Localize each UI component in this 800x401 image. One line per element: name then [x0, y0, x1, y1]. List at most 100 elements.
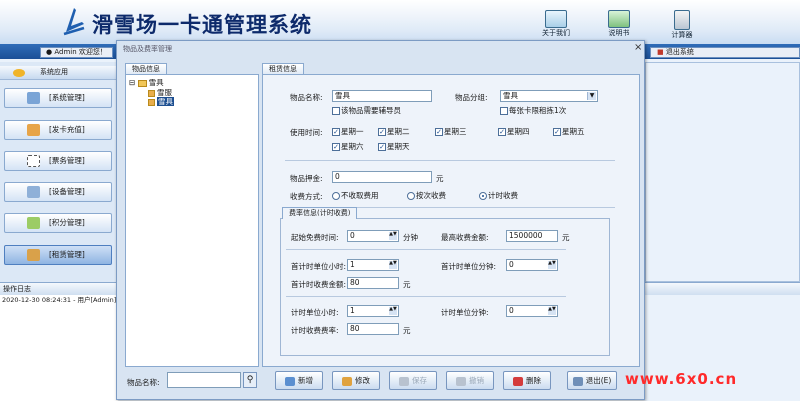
item-name-input[interactable]: 雪具	[332, 90, 432, 102]
search-input[interactable]	[167, 372, 241, 388]
points-icon	[27, 217, 40, 229]
need-guide-checkbox[interactable]: 该物品需要辅导员	[332, 105, 401, 116]
toolbar-about[interactable]: 关于我们	[536, 10, 576, 44]
free-time-unit: 分钟	[403, 233, 418, 242]
log-area[interactable]	[0, 305, 118, 401]
edit-icon	[342, 376, 352, 386]
app-title: 滑雪场一卡通管理系统	[92, 12, 312, 37]
max-fee-input[interactable]: 1500000	[506, 230, 558, 242]
sidebar-header-label: 系统应用	[40, 68, 68, 76]
user-greeting-text: Admin 欢迎您！	[54, 48, 107, 56]
user-greeting: ● Admin 欢迎您！	[40, 47, 113, 58]
sidebar-item-rental[interactable]: [租赁管理]	[4, 245, 112, 265]
day-fri-checkbox[interactable]: ✓ 星期五	[553, 126, 585, 137]
device-icon	[27, 186, 40, 198]
deposit-input[interactable]: 0	[332, 171, 432, 183]
log-entry: 2020-12-30 08:24:31 - 用户[Admin]	[0, 295, 118, 305]
day-thu-checkbox[interactable]: ✓ 星期四	[498, 126, 530, 137]
unit-rate-input[interactable]: 80	[347, 323, 399, 335]
item-icon	[148, 89, 155, 97]
unit-hours-input[interactable]: 1 ▲▼	[347, 305, 399, 317]
toolbar-manual[interactable]: 说明书	[599, 10, 639, 44]
checkbox-box	[332, 107, 340, 115]
unit-rate-unit: 元	[403, 326, 411, 335]
day-wed-checkbox[interactable]: ✓ 星期三	[435, 126, 467, 137]
radio-timed[interactable]: 计时收费	[479, 190, 518, 201]
max-fee-unit: 元	[562, 233, 570, 242]
exit-button[interactable]: 退出(E)	[567, 371, 617, 390]
save-button[interactable]: 保存	[389, 371, 437, 390]
unit-rate-label: 计时收费费率:	[291, 326, 339, 335]
edit-button[interactable]: 修改	[332, 371, 380, 390]
divider	[286, 296, 566, 297]
first-hours-input[interactable]: 1 ▲▼	[347, 259, 399, 271]
unit-hours-label: 计时单位小时:	[291, 308, 339, 317]
search-label: 物品名称:	[127, 378, 160, 387]
checkbox-box	[500, 107, 508, 115]
rental-icon	[27, 249, 40, 261]
first-amount-label: 首计时收费金额:	[291, 280, 347, 289]
watermark: www.6x0.cn	[625, 370, 738, 388]
spinner-icon: ▲▼	[389, 261, 397, 269]
tree-node-gear[interactable]: 雪具	[148, 97, 174, 107]
add-icon	[285, 376, 295, 386]
sidebar-item-card[interactable]: [发卡充值]	[4, 120, 112, 140]
toolbar-calculator[interactable]: 计算器	[662, 10, 702, 44]
close-icon[interactable]: ×	[634, 42, 642, 53]
fee-tab[interactable]: 费率信息(计时收费)	[282, 207, 358, 219]
dialog-title: 物品及费率管理	[123, 45, 172, 53]
item-tree[interactable]: ⊟ 雪具 雪服 雪具	[125, 74, 259, 367]
first-hours-label: 首计时单位小时:	[291, 262, 347, 271]
app-logo	[63, 8, 85, 36]
workspace-right	[645, 62, 800, 282]
spinner-icon: ▲▼	[548, 307, 556, 315]
day-sat-checkbox[interactable]: ✓ 星期六	[332, 141, 364, 152]
first-minutes-input[interactable]: 0 ▲▼	[506, 259, 558, 271]
sidebar-item-system[interactable]: [系统管理]	[4, 88, 112, 108]
exit-icon	[572, 376, 583, 386]
day-sun-checkbox[interactable]: ✓ 星期天	[378, 141, 410, 152]
first-amount-input[interactable]: 80	[347, 277, 399, 289]
divider	[285, 160, 615, 161]
cancel-button[interactable]: 撤销	[446, 371, 494, 390]
fee-panel: 起始免费时间: 0 ▲▼ 分钟 最高收费金额: 1500000 元 首计时单位小时…	[280, 218, 610, 356]
limit-once-checkbox[interactable]: 每张卡限租拣1次	[500, 105, 566, 116]
free-time-input[interactable]: 0 ▲▼	[347, 230, 399, 242]
item-rate-dialog: 物品及费率管理 × 物品信息 租赁信息 ⊟ 雪具 雪服 雪具 物品名称: 雪具 …	[116, 40, 645, 400]
user-icon: ●	[46, 48, 53, 56]
book-icon	[608, 10, 630, 28]
unit-minutes-label: 计时单位分钟:	[441, 308, 489, 317]
day-mon-checkbox[interactable]: ✓ 星期一	[332, 126, 364, 137]
chevron-down-icon: ▼	[587, 92, 596, 100]
max-fee-label: 最高收费金额:	[441, 233, 489, 242]
ticket-icon	[27, 155, 40, 167]
search-icon[interactable]: ⚲	[243, 372, 257, 388]
group-select[interactable]: 雪具 ▼	[500, 90, 598, 102]
monitor-icon	[545, 10, 567, 28]
spinner-icon: ▲▼	[389, 232, 397, 240]
delete-button[interactable]: 删除	[503, 371, 551, 390]
first-amount-unit: 元	[403, 280, 411, 289]
item-icon	[148, 98, 155, 106]
sidebar-header-icon	[12, 68, 26, 78]
free-time-label: 起始免费时间:	[291, 233, 339, 242]
radio-per-use[interactable]: 按次收费	[407, 190, 446, 201]
exit-icon: ■	[657, 48, 664, 56]
tools-icon	[27, 92, 40, 104]
group-label: 物品分组:	[455, 93, 488, 102]
use-time-label: 使用时间:	[290, 128, 323, 137]
tree-root[interactable]: ⊟ 雪具	[129, 78, 164, 88]
exit-system-button[interactable]: ■ 退出系统	[650, 47, 800, 58]
charge-mode-label: 收费方式:	[290, 192, 323, 201]
sidebar-item-ticket[interactable]: [票务管理]	[4, 151, 112, 171]
divider	[286, 249, 566, 250]
delete-icon	[513, 376, 523, 386]
new-button[interactable]: 新增	[275, 371, 323, 390]
rental-form: 物品名称: 雪具 物品分组: 雪具 ▼ 该物品需要辅导员 每张卡限租拣1次 使用时…	[262, 74, 640, 367]
unit-minutes-input[interactable]: 0 ▲▼	[506, 305, 558, 317]
sidebar-item-device[interactable]: [设备管理]	[4, 182, 112, 202]
day-tue-checkbox[interactable]: ✓ 星期二	[378, 126, 410, 137]
calculator-icon	[674, 10, 690, 30]
sidebar-item-points[interactable]: [积分管理]	[4, 213, 112, 233]
radio-no-charge[interactable]: 不收取费用	[332, 190, 379, 201]
